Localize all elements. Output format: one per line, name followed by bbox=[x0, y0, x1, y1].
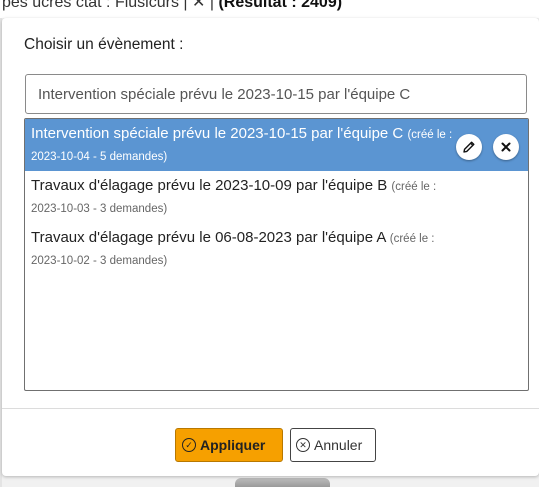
event-option-created: (créé le : bbox=[407, 129, 453, 141]
cancel-button[interactable]: ✕ Annuler bbox=[290, 428, 376, 462]
event-option[interactable]: Travaux d'élagage prévu le 2023-10-09 pa… bbox=[25, 171, 528, 223]
background-filter-summary: pes ucres ctat : Flusicurs | ✕ | (Résult… bbox=[2, 0, 343, 11]
pencil-icon bbox=[463, 141, 475, 153]
event-option-label: Travaux d'élagage prévu le 06-08-2023 pa… bbox=[31, 229, 386, 246]
event-option[interactable]: Intervention spéciale prévu le 2023-10-1… bbox=[25, 119, 528, 171]
apply-button-label: Appliquer bbox=[200, 437, 266, 453]
footer-divider bbox=[2, 408, 539, 409]
x-circle-icon: ✕ bbox=[296, 438, 310, 452]
event-option-label: Intervention spéciale prévu le 2023-10-1… bbox=[31, 125, 404, 142]
dialog-title: Choisir un évènement : bbox=[24, 36, 184, 53]
event-option-details: 2023-10-03 - 3 demandes) bbox=[31, 203, 168, 215]
cancel-button-label: Annuler bbox=[314, 437, 363, 453]
close-icon bbox=[501, 142, 511, 152]
delete-event-button[interactable] bbox=[493, 134, 519, 160]
edit-event-button[interactable] bbox=[456, 134, 482, 160]
background-page-header: pes ucres ctat : Flusicurs | ✕ | (Résult… bbox=[0, 0, 539, 18]
event-option-details: 2023-10-02 - 3 demandes) bbox=[31, 255, 168, 267]
event-option-details: 2023-10-04 - 5 demandes) bbox=[31, 151, 168, 163]
event-list[interactable]: Intervention spéciale prévu le 2023-10-1… bbox=[24, 118, 529, 391]
event-option[interactable]: Travaux d'élagage prévu le 06-08-2023 pa… bbox=[25, 223, 528, 275]
event-option-created: (créé le : bbox=[391, 181, 437, 193]
event-option-created: (créé le : bbox=[389, 233, 435, 245]
event-search-input[interactable] bbox=[25, 74, 527, 114]
event-option-label: Travaux d'élagage prévu le 2023-10-09 pa… bbox=[31, 177, 388, 194]
event-dialog: Choisir un évènement : Intervention spéc… bbox=[2, 18, 539, 476]
check-circle-icon: ✓ bbox=[182, 438, 196, 452]
apply-button[interactable]: ✓ Appliquer bbox=[175, 428, 283, 462]
background-element bbox=[235, 478, 330, 487]
